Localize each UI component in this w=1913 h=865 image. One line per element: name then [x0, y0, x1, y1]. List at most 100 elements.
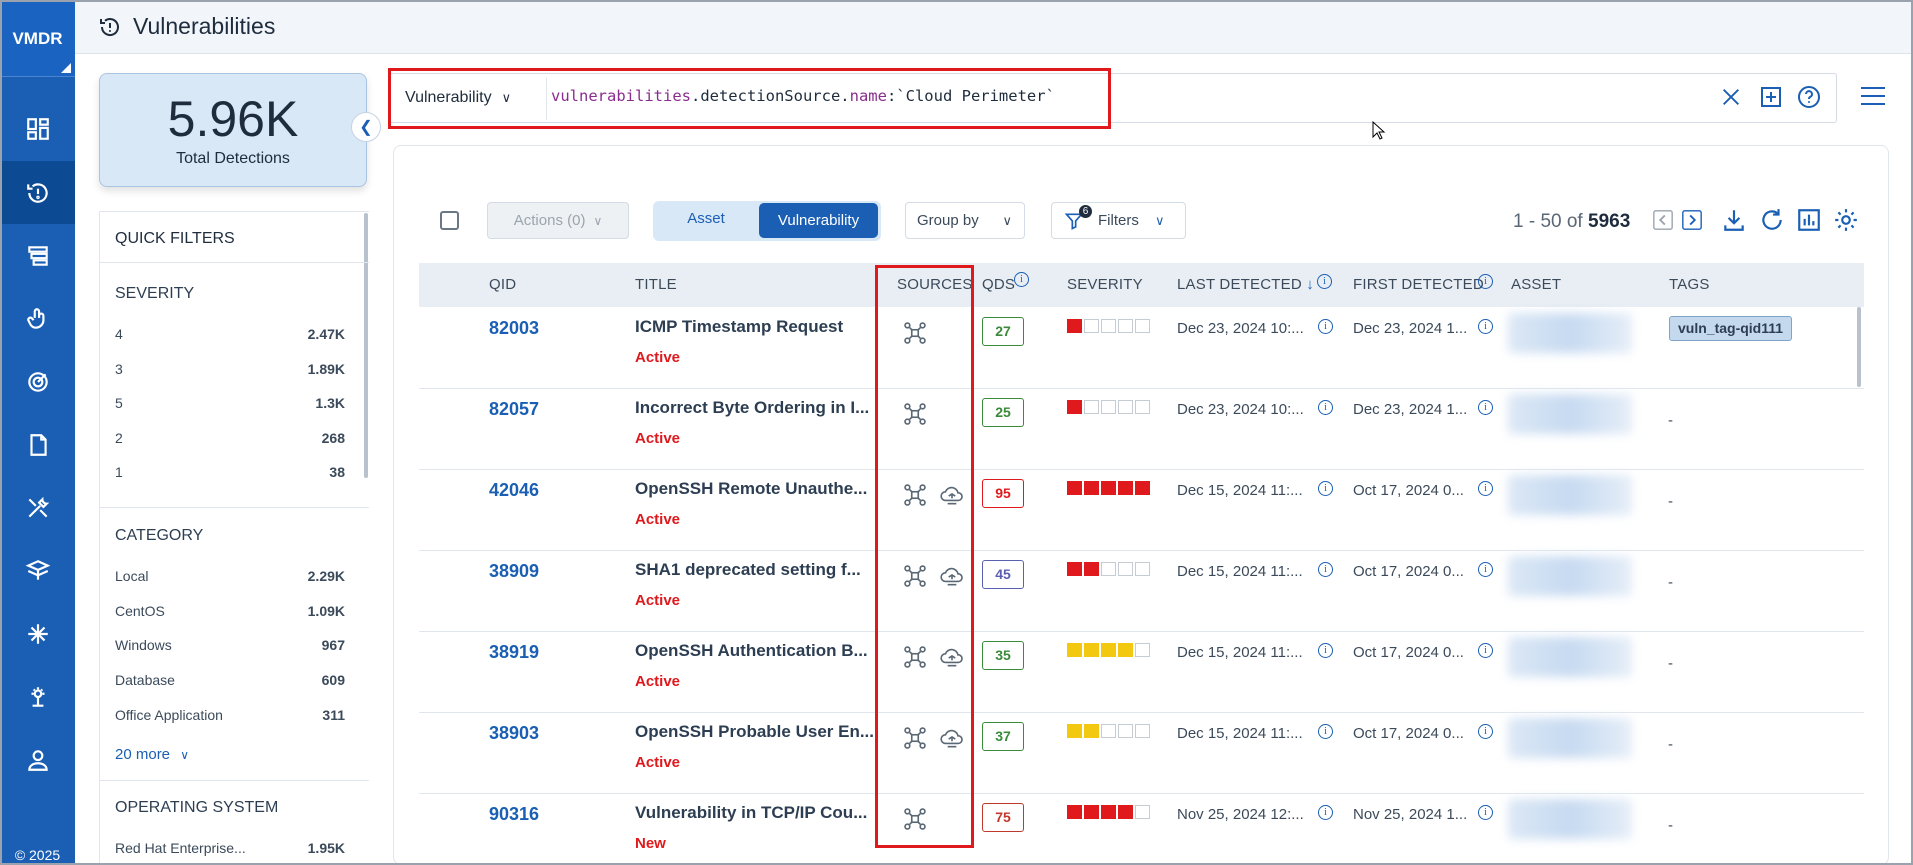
- info-icon[interactable]: i: [1318, 805, 1333, 820]
- filter-item[interactable]: 4 2.47K: [115, 326, 345, 342]
- previous-page-icon[interactable]: [1652, 207, 1674, 233]
- status-label: Active: [635, 349, 681, 366]
- menu-icon[interactable]: [1860, 86, 1886, 106]
- qid-link[interactable]: 42046: [489, 480, 539, 501]
- qds-badge[interactable]: 25: [982, 398, 1024, 427]
- nav-remediation[interactable]: [0, 476, 75, 539]
- qid-link[interactable]: 38909: [489, 561, 539, 582]
- qds-badge[interactable]: 35: [982, 641, 1024, 670]
- info-icon[interactable]: i: [1478, 724, 1493, 739]
- asset-name-redacted[interactable]: [1508, 799, 1632, 839]
- column-header-last-detected[interactable]: LAST DETECTED ↓: [1177, 276, 1314, 293]
- vuln-title[interactable]: SHA1 deprecated setting f...: [635, 560, 861, 580]
- download-icon[interactable]: [1721, 207, 1747, 233]
- clear-search-icon[interactable]: [1720, 86, 1742, 108]
- info-icon[interactable]: i: [1478, 481, 1493, 496]
- info-icon[interactable]: i: [1318, 724, 1333, 739]
- nav-tools[interactable]: [0, 665, 75, 728]
- column-header-severity[interactable]: SEVERITY: [1067, 276, 1143, 293]
- app-logo[interactable]: VMDR: [0, 0, 75, 77]
- next-page-icon[interactable]: [1681, 207, 1703, 233]
- nav-scans[interactable]: [0, 350, 75, 413]
- asset-name-redacted[interactable]: [1508, 637, 1632, 677]
- nav-user[interactable]: [0, 728, 75, 791]
- info-icon[interactable]: i: [1317, 274, 1332, 289]
- info-icon[interactable]: i: [1478, 643, 1493, 658]
- tag-badge[interactable]: vuln_tag-qid111: [1669, 316, 1793, 341]
- filter-item[interactable]: Red Hat Enterprise... 1.95K: [115, 840, 345, 856]
- filter-item[interactable]: 1 38: [115, 464, 345, 480]
- info-icon[interactable]: i: [1478, 562, 1493, 577]
- view-asset-button[interactable]: Asset: [666, 210, 746, 227]
- actions-button[interactable]: Actions (0) ∨: [487, 202, 629, 239]
- filter-item[interactable]: Office Application 311: [115, 707, 345, 723]
- qid-link[interactable]: 90316: [489, 804, 539, 825]
- qds-badge[interactable]: 27: [982, 317, 1024, 346]
- qid-link[interactable]: 38919: [489, 642, 539, 663]
- refresh-icon[interactable]: [1759, 207, 1785, 233]
- select-all-checkbox[interactable]: [440, 211, 459, 230]
- filter-item[interactable]: Local 2.29K: [115, 568, 345, 584]
- collapse-panel-button[interactable]: ❮: [351, 112, 381, 142]
- vuln-title[interactable]: OpenSSH Authentication B...: [635, 641, 868, 661]
- qds-badge[interactable]: 45: [982, 560, 1024, 589]
- asset-name-redacted[interactable]: [1508, 475, 1632, 515]
- nav-reports[interactable]: [0, 413, 75, 476]
- view-vulnerability-button[interactable]: Vulnerability: [759, 203, 878, 238]
- vuln-title[interactable]: OpenSSH Probable User En...: [635, 722, 874, 742]
- filter-item[interactable]: Database 609: [115, 672, 345, 688]
- top-bar: [75, 0, 1913, 54]
- info-icon[interactable]: i: [1478, 319, 1493, 334]
- search-highlight-box: [388, 68, 1111, 129]
- info-icon[interactable]: i: [1318, 400, 1333, 415]
- qid-link[interactable]: 82057: [489, 399, 539, 420]
- column-header-qid[interactable]: QID: [489, 276, 516, 293]
- asset-name-redacted[interactable]: [1508, 394, 1632, 434]
- asset-name-redacted[interactable]: [1508, 556, 1632, 596]
- nav-vulnerabilities[interactable]: [0, 161, 75, 224]
- quick-filters-scrollbar[interactable]: [364, 213, 368, 478]
- asset-name-redacted[interactable]: [1508, 718, 1632, 758]
- filter-item[interactable]: CentOS 1.09K: [115, 603, 345, 619]
- qds-badge[interactable]: 37: [982, 722, 1024, 751]
- column-header-asset[interactable]: ASSET: [1511, 276, 1561, 293]
- vuln-title[interactable]: OpenSSH Remote Unauthe...: [635, 479, 867, 499]
- column-header-tags[interactable]: TAGS: [1669, 276, 1710, 293]
- info-icon[interactable]: i: [1318, 319, 1333, 334]
- column-header-qds[interactable]: QDS: [982, 276, 1015, 293]
- column-header-title[interactable]: TITLE: [635, 276, 677, 293]
- filter-item[interactable]: 2 268: [115, 430, 345, 446]
- filter-item[interactable]: 5 1.3K: [115, 395, 345, 411]
- info-icon[interactable]: i: [1014, 272, 1029, 287]
- nav-prioritization[interactable]: [0, 287, 75, 350]
- qid-link[interactable]: 38903: [489, 723, 539, 744]
- nav-inventory[interactable]: [0, 224, 75, 287]
- vuln-title[interactable]: ICMP Timestamp Request: [635, 317, 843, 337]
- help-icon[interactable]: [1797, 85, 1821, 109]
- filters-button[interactable]: Filters ∨: [1051, 202, 1186, 239]
- vuln-title[interactable]: Incorrect Byte Ordering in I...: [635, 398, 869, 418]
- filter-item[interactable]: 3 1.89K: [115, 361, 345, 377]
- table-scrollbar[interactable]: [1857, 307, 1861, 387]
- vuln-title[interactable]: Vulnerability in TCP/IP Cou...: [635, 803, 867, 823]
- show-more-link[interactable]: 20 more ∨: [115, 746, 189, 763]
- qds-badge[interactable]: 75: [982, 803, 1024, 832]
- add-query-icon[interactable]: [1759, 85, 1783, 109]
- qid-link[interactable]: 82003: [489, 318, 539, 339]
- nav-integrations[interactable]: [0, 602, 75, 665]
- qds-badge[interactable]: 95: [982, 479, 1024, 508]
- info-icon[interactable]: i: [1318, 562, 1333, 577]
- column-header-first-detected[interactable]: FIRST DETECTED: [1353, 276, 1484, 293]
- filter-item[interactable]: Windows 967: [115, 637, 345, 653]
- nav-assets[interactable]: [0, 539, 75, 602]
- settings-gear-icon[interactable]: [1833, 207, 1859, 233]
- nav-dashboard[interactable]: [0, 97, 75, 160]
- info-icon[interactable]: i: [1478, 400, 1493, 415]
- group-by-dropdown[interactable]: Group by ∨: [905, 202, 1025, 239]
- info-icon[interactable]: i: [1318, 643, 1333, 658]
- info-icon[interactable]: i: [1318, 481, 1333, 496]
- info-icon[interactable]: i: [1478, 274, 1493, 289]
- chart-icon[interactable]: [1796, 207, 1822, 233]
- asset-name-redacted[interactable]: [1508, 313, 1632, 353]
- info-icon[interactable]: i: [1478, 805, 1493, 820]
